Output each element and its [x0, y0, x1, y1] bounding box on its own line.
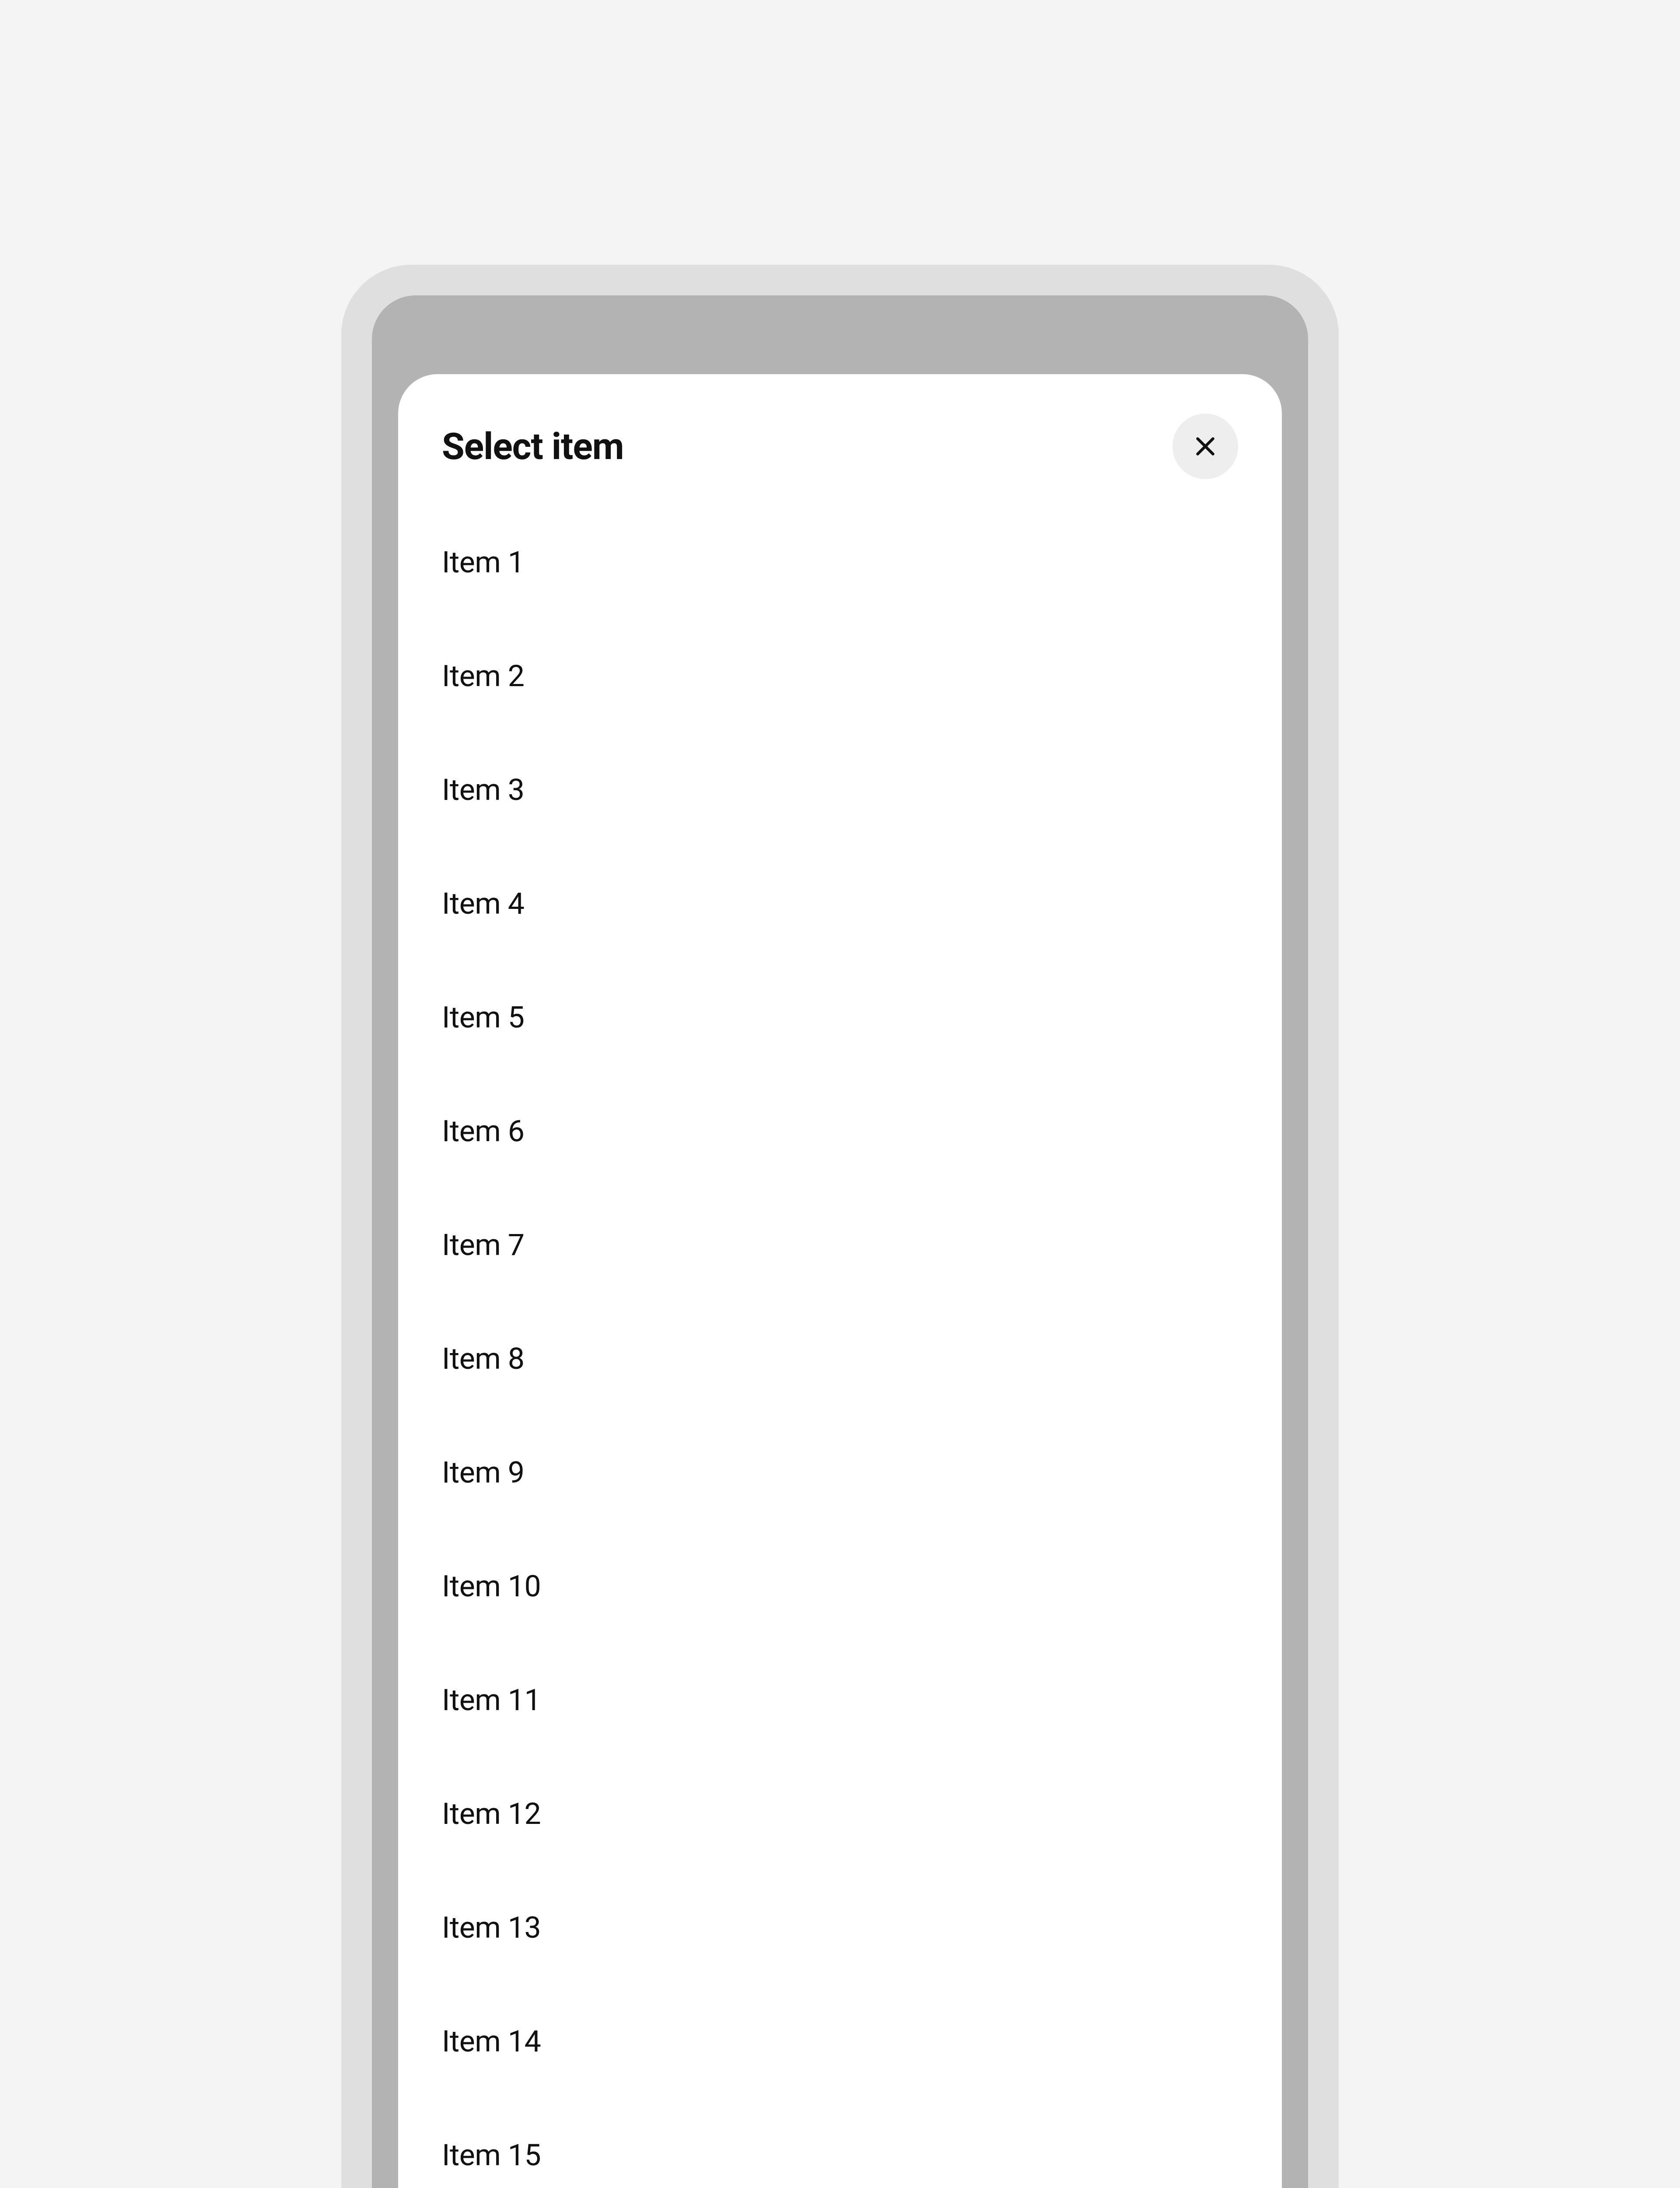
list-item[interactable]: Item 3: [442, 733, 1238, 847]
list-item[interactable]: Item 6: [442, 1074, 1238, 1188]
close-icon: [1192, 433, 1218, 459]
list-item[interactable]: Item 13: [442, 1871, 1238, 1985]
list-item[interactable]: Item 2: [442, 619, 1238, 733]
list-item[interactable]: Item 9: [442, 1416, 1238, 1529]
list-item[interactable]: Item 10: [442, 1529, 1238, 1643]
list-item[interactable]: Item 15: [442, 2098, 1238, 2188]
list-item[interactable]: Item 5: [442, 961, 1238, 1074]
list-item[interactable]: Item 4: [442, 847, 1238, 961]
bottom-sheet: Select item Item 1 Item 2 Item 3 Item 4 …: [398, 374, 1282, 2188]
list-item[interactable]: Item 8: [442, 1302, 1238, 1416]
list-item[interactable]: Item 11: [442, 1643, 1238, 1757]
list-item[interactable]: Item 12: [442, 1757, 1238, 1871]
close-button[interactable]: [1172, 414, 1238, 479]
list-item[interactable]: Item 14: [442, 1985, 1238, 2098]
sheet-title: Select item: [442, 425, 624, 468]
device-frame: Select item Item 1 Item 2 Item 3 Item 4 …: [341, 265, 1339, 2188]
item-list: Item 1 Item 2 Item 3 Item 4 Item 5 Item …: [442, 505, 1238, 2188]
sheet-header: Select item: [442, 414, 1238, 479]
list-item[interactable]: Item 7: [442, 1188, 1238, 1302]
list-item[interactable]: Item 1: [442, 505, 1238, 619]
device-screen: Select item Item 1 Item 2 Item 3 Item 4 …: [372, 295, 1308, 2188]
